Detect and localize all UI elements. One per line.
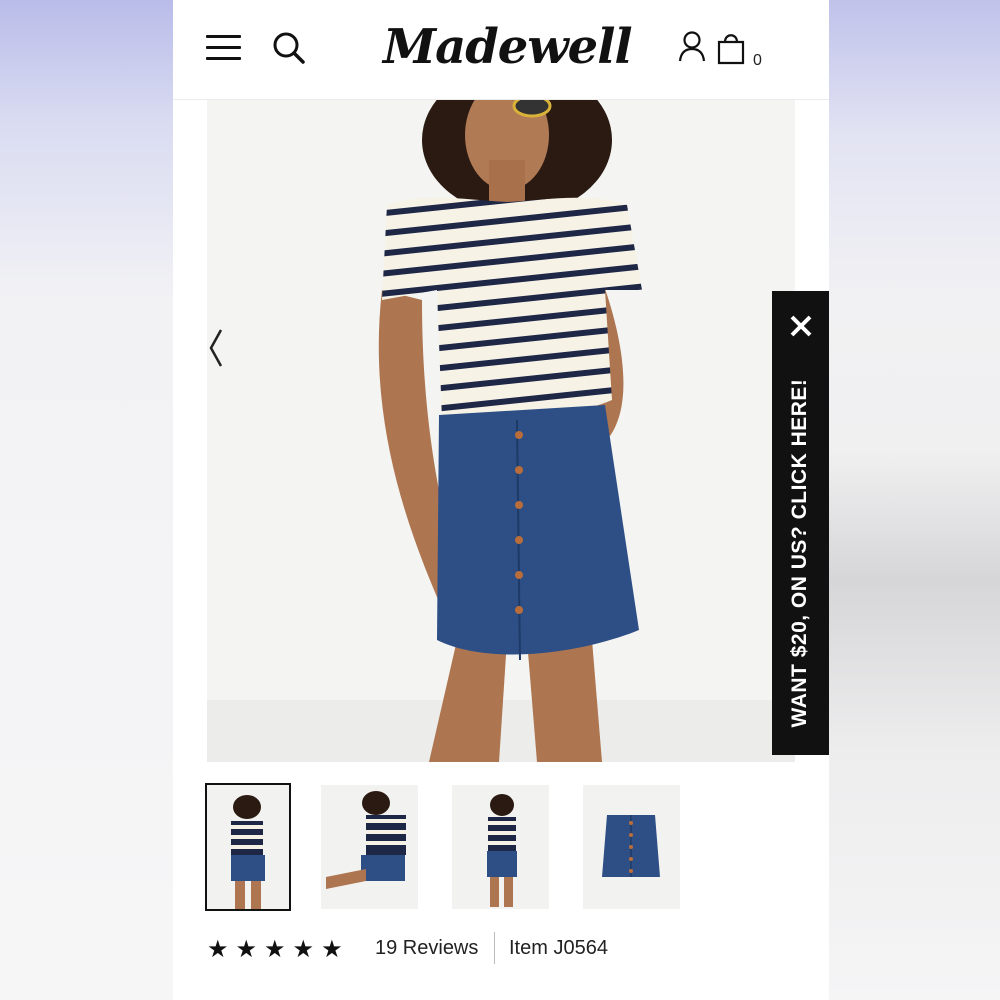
thumbnail-model-back[interactable]: [452, 785, 549, 909]
site-header: Madewell 0: [173, 0, 829, 100]
thumbnail-model-seated[interactable]: [321, 785, 418, 909]
product-meta: ★★★★★ 19 Reviews Item J0564: [207, 932, 807, 966]
background-right: [829, 0, 1000, 1000]
thumbnail-model-front[interactable]: [205, 783, 291, 911]
promo-text[interactable]: WANT $20, ON US? CLICK HERE!: [788, 379, 812, 728]
promo-banner[interactable]: WANT $20, ON US? CLICK HERE!: [772, 291, 829, 755]
account-icon[interactable]: [677, 30, 707, 64]
close-icon[interactable]: [788, 313, 814, 339]
thumbnail-strip: [205, 783, 767, 913]
review-count-link[interactable]: 19 Reviews: [375, 937, 478, 960]
menu-icon[interactable]: [206, 33, 241, 63]
shopping-bag-icon[interactable]: [715, 30, 747, 66]
model-photo: [207, 100, 795, 762]
thumbnail-skirt-flat[interactable]: [583, 785, 680, 909]
chevron-left-icon[interactable]: [207, 326, 227, 370]
divider: [494, 932, 495, 964]
brand-logo[interactable]: Madewell: [383, 14, 633, 80]
product-page: Madewell 0 WANT $20, ON US? CLICK HERE! …: [173, 0, 829, 1000]
rating-stars[interactable]: ★★★★★: [207, 935, 350, 964]
bag-count: 0: [753, 52, 762, 69]
item-number: Item J0564: [509, 937, 608, 959]
product-main-image[interactable]: [207, 100, 795, 762]
search-icon[interactable]: [271, 30, 307, 66]
